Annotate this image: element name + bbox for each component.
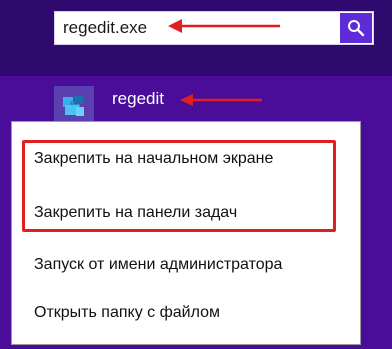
menu-item-open-file-location[interactable]: Открыть папку с файлом <box>34 304 220 322</box>
annotation-highlight-box <box>22 140 336 232</box>
search-icon <box>348 20 365 37</box>
menu-item-run-as-administrator[interactable]: Запуск от имени администратора <box>34 256 282 274</box>
registry-editor-icon <box>54 86 94 126</box>
search-button[interactable] <box>340 13 372 43</box>
search-result-label: regedit <box>112 89 164 108</box>
annotation-arrow-search <box>168 19 280 33</box>
annotation-arrow-result <box>180 94 262 106</box>
